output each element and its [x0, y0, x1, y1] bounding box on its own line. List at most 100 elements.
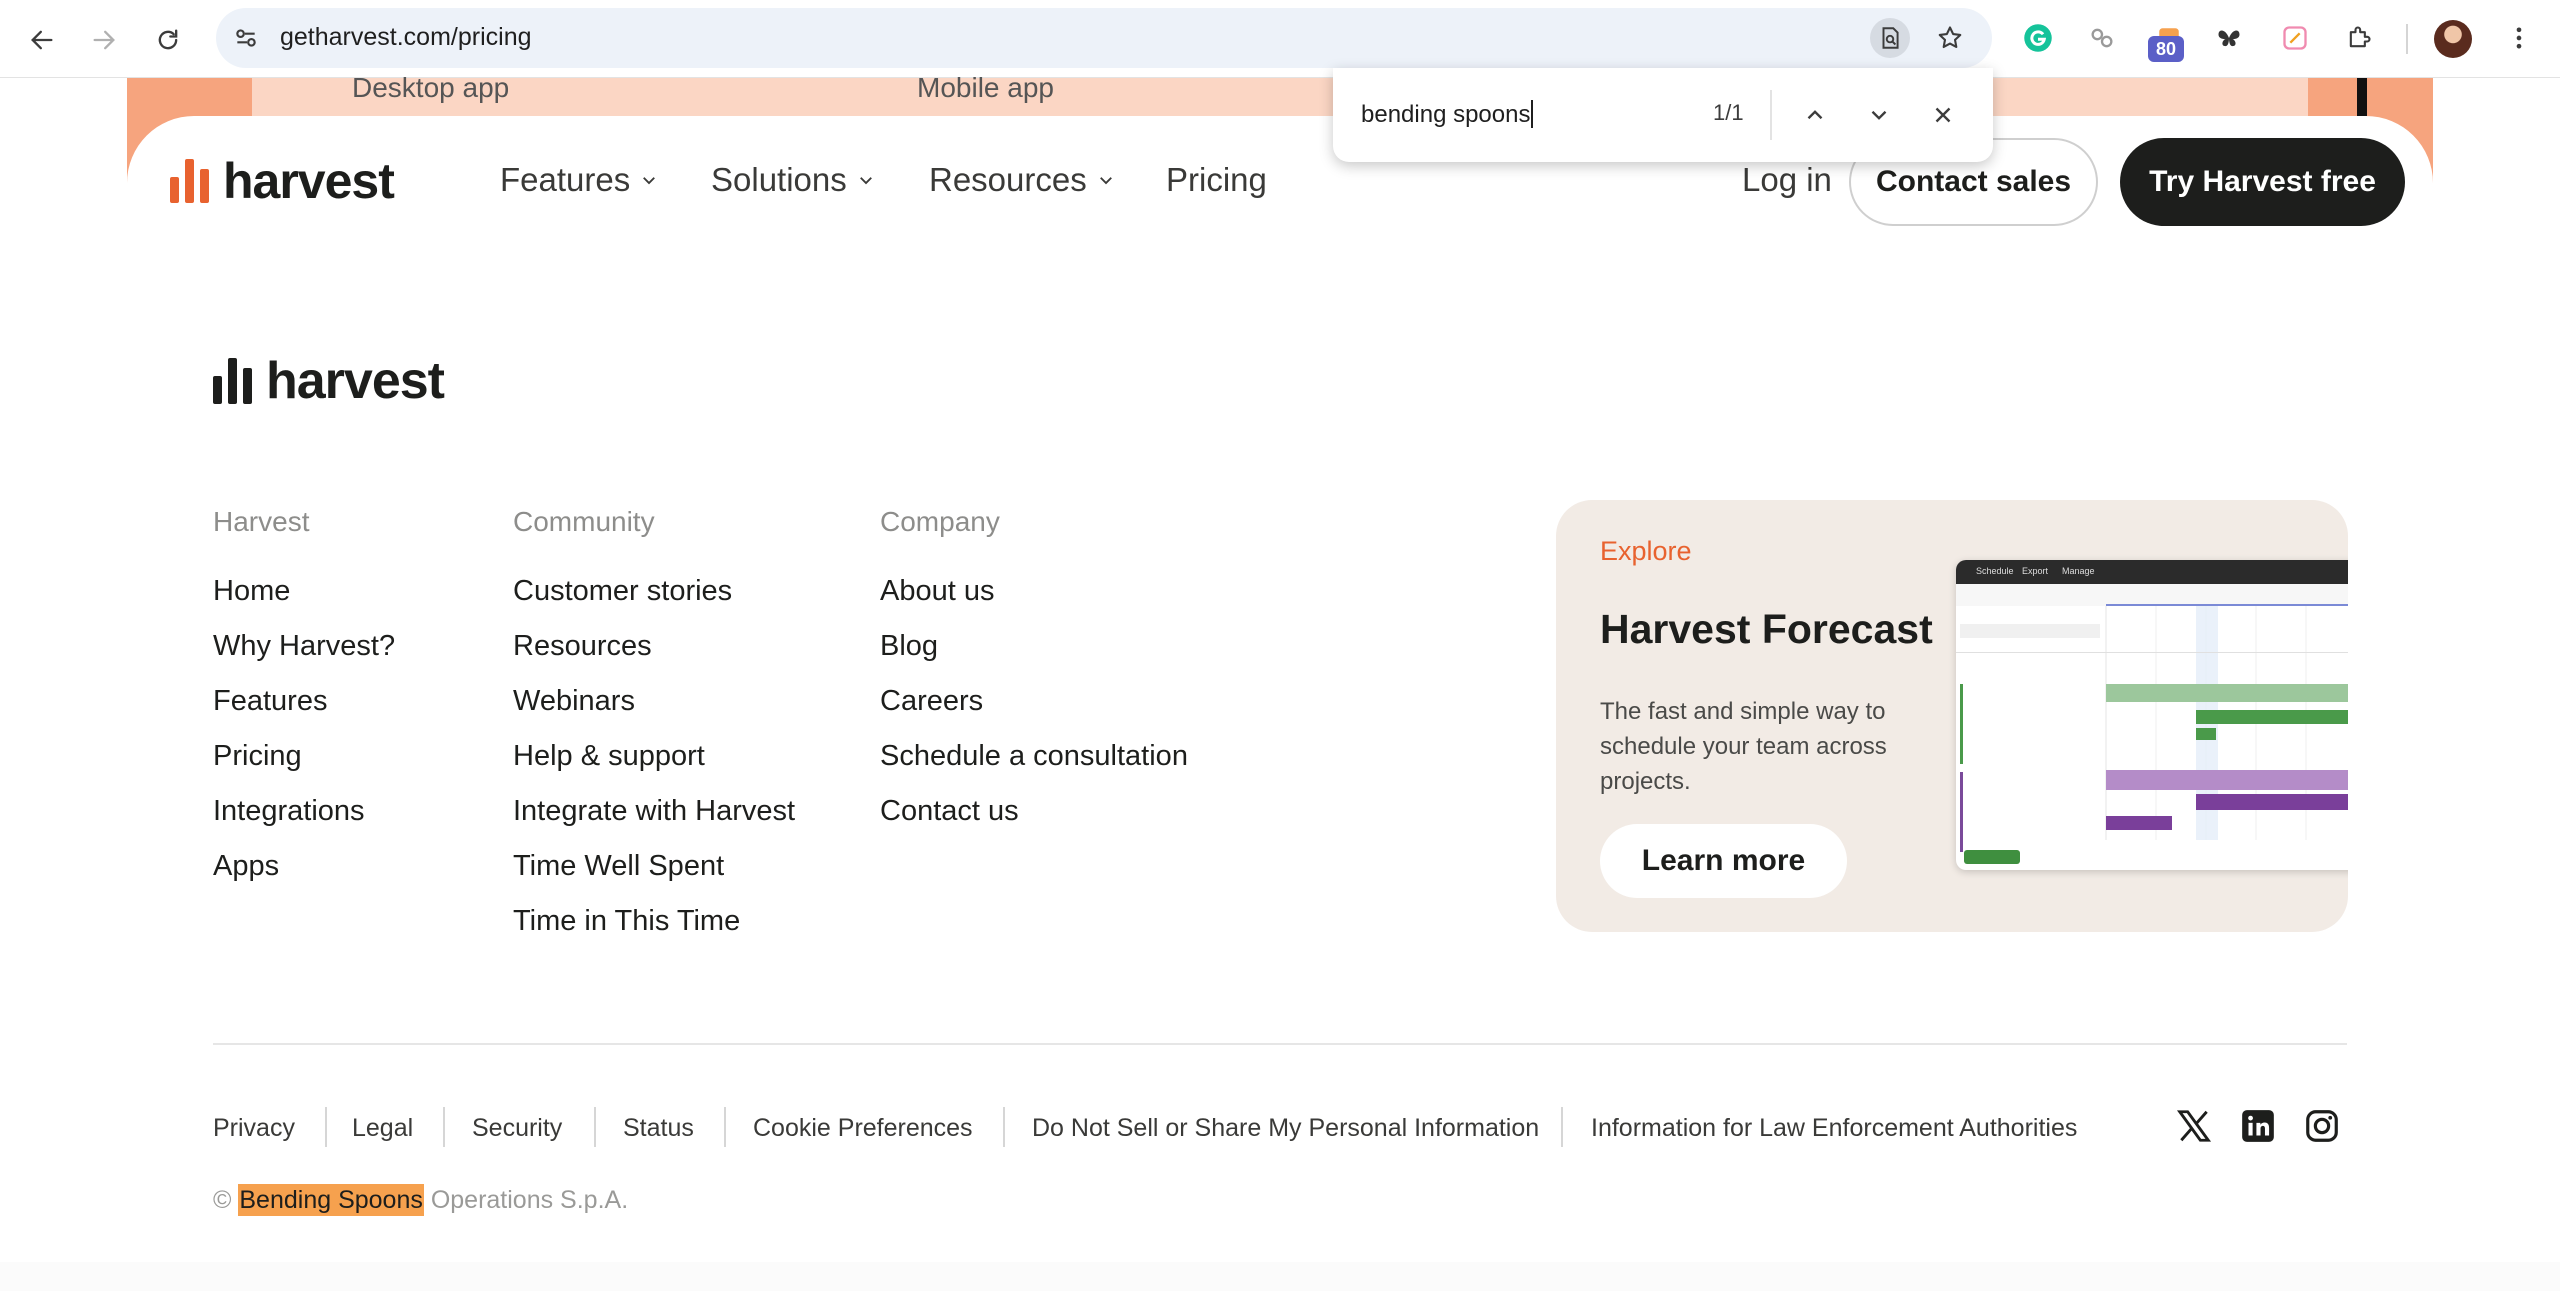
footer-link-features[interactable]: Features	[213, 685, 327, 718]
mock-tab-export: Export	[2022, 566, 2049, 576]
find-bar: bending spoons 1/1	[1333, 68, 1993, 162]
find-next-button[interactable]	[1860, 96, 1898, 134]
arrow-left-icon	[31, 30, 53, 50]
chevron-down-icon	[859, 177, 872, 185]
more-menu-icon[interactable]	[2498, 17, 2540, 59]
legal-separator	[1003, 1107, 1005, 1147]
profile-avatar[interactable]	[2434, 20, 2472, 58]
chevron-down-icon	[1871, 110, 1887, 120]
x-icon[interactable]	[2175, 1107, 2213, 1145]
footer-link-why-harvest[interactable]: Why Harvest?	[213, 630, 395, 663]
promo-eyebrow: Explore	[1600, 536, 1692, 566]
forecast-promo-card: Explore Harvest Forecast The fast and si…	[1556, 500, 2348, 932]
legal-separator	[443, 1107, 445, 1147]
try-free-button[interactable]: Try Harvest free	[2120, 138, 2405, 226]
mock-tab-schedule: Schedule	[1976, 566, 2014, 576]
reload-button[interactable]	[146, 18, 190, 62]
footer-link-contact-us[interactable]: Contact us	[880, 795, 1019, 828]
footer-link-careers[interactable]: Careers	[880, 685, 983, 718]
arrow-right-icon	[93, 30, 115, 50]
chevron-down-icon	[1099, 177, 1112, 185]
copyright-symbol: ©	[213, 1186, 232, 1214]
url-text[interactable]: getharvest.com/pricing	[280, 23, 532, 52]
legal-link-security[interactable]: Security	[472, 1114, 562, 1143]
link-extension-icon[interactable]	[2081, 17, 2123, 59]
footer-heading-company: Company	[880, 506, 1000, 537]
address-bar[interactable]: getharvest.com/pricing	[216, 8, 1992, 68]
legal-link-privacy[interactable]: Privacy	[213, 1114, 295, 1143]
ghost-label-desktop: Desktop app	[352, 72, 510, 103]
bookmark-star-icon[interactable]	[1930, 18, 1970, 58]
forward-button[interactable]	[82, 18, 126, 62]
footer-logo[interactable]: harvest	[213, 351, 445, 411]
ghost-label-mobile: Mobile app	[917, 72, 1054, 103]
find-highlight-match: Bending Spoons	[238, 1184, 424, 1216]
footer-link-time-well-spent[interactable]: Time Well Spent	[513, 850, 724, 883]
footer-link-blog[interactable]: Blog	[880, 630, 938, 663]
footer-link-apps[interactable]: Apps	[213, 850, 279, 883]
footer-link-resources[interactable]: Resources	[513, 630, 652, 663]
login-link[interactable]: Log in	[1742, 161, 1832, 199]
footer-link-integrate[interactable]: Integrate with Harvest	[513, 795, 795, 828]
pencil-extension-icon[interactable]	[2274, 17, 2316, 59]
footer-divider	[213, 1043, 2347, 1045]
find-in-page-icon[interactable]	[1870, 18, 1910, 58]
promo-title: Harvest Forecast	[1600, 606, 1933, 652]
extension-badge: 80	[2148, 36, 2184, 62]
instagram-icon[interactable]	[2303, 1107, 2341, 1145]
footer-link-about-us[interactable]: About us	[880, 575, 994, 608]
back-button[interactable]	[20, 18, 64, 62]
footer-link-integrations[interactable]: Integrations	[213, 795, 365, 828]
find-bar-divider	[1770, 90, 1772, 140]
nav-solutions[interactable]: Solutions	[711, 161, 875, 199]
find-input[interactable]: bending spoons	[1361, 100, 1534, 129]
footer-link-schedule-consultation[interactable]: Schedule a consultation	[880, 740, 1188, 773]
footer-link-customer-stories[interactable]: Customer stories	[513, 575, 732, 608]
legal-separator	[594, 1107, 596, 1147]
extensions-puzzle-icon[interactable]	[2338, 17, 2380, 59]
harvest-logo-icon	[213, 358, 252, 404]
nav-resources[interactable]: Resources	[929, 161, 1115, 199]
footer-link-pricing[interactable]: Pricing	[213, 740, 302, 773]
find-close-button[interactable]	[1924, 96, 1962, 134]
find-previous-button[interactable]	[1796, 96, 1834, 134]
nav-pricing[interactable]: Pricing	[1166, 161, 1267, 199]
header-logo[interactable]: harvest	[170, 152, 395, 210]
toolbar-divider	[2406, 24, 2408, 54]
copyright-notice: © Bending Spoons Operations S.p.A.	[213, 1184, 628, 1216]
nav-pricing-label: Pricing	[1166, 161, 1267, 198]
footer-link-help-support[interactable]: Help & support	[513, 740, 705, 773]
mock-schedule-grid	[1956, 584, 2348, 864]
footer-link-home[interactable]: Home	[213, 575, 290, 608]
site-settings-icon[interactable]	[226, 18, 266, 58]
legal-separator	[325, 1107, 327, 1147]
legal-link-law-enforcement[interactable]: Information for Law Enforcement Authorit…	[1591, 1114, 2077, 1143]
learn-more-button[interactable]: Learn more	[1600, 824, 1847, 898]
linkedin-icon[interactable]	[2239, 1107, 2277, 1145]
chevron-down-icon	[643, 177, 656, 185]
mock-topbar: Schedule Export Manage	[1956, 560, 2348, 584]
butterfly-extension-icon[interactable]	[2208, 17, 2250, 59]
footer-link-time-in-this-time[interactable]: Time in This Time	[513, 905, 740, 938]
footer-link-webinars[interactable]: Webinars	[513, 685, 635, 718]
legal-link-do-not-sell[interactable]: Do Not Sell or Share My Personal Informa…	[1032, 1114, 1539, 1143]
nav-resources-label: Resources	[929, 161, 1087, 198]
chevron-up-icon	[1807, 110, 1823, 120]
find-match-count: 1/1	[1713, 100, 1744, 125]
footer-heading-community: Community	[513, 506, 655, 537]
forecast-screenshot: Schedule Export Manage	[1956, 560, 2348, 870]
close-icon	[1935, 107, 1951, 123]
nav-solutions-label: Solutions	[711, 161, 847, 198]
nav-features[interactable]: Features	[500, 161, 658, 199]
footer-heading-harvest: Harvest	[213, 506, 310, 537]
grammarly-extension-icon[interactable]	[2017, 17, 2059, 59]
legal-link-cookie-preferences[interactable]: Cookie Preferences	[753, 1114, 973, 1143]
harvest-logo-icon	[170, 159, 209, 203]
promo-description: The fast and simple way to schedule your…	[1600, 698, 1887, 795]
browser-toolbar: getharvest.com/pricing 80	[0, 0, 2560, 78]
legal-separator	[1561, 1107, 1563, 1147]
find-query-text: bending spoons	[1361, 101, 1531, 128]
header-logo-text: harvest	[223, 153, 395, 209]
legal-link-legal[interactable]: Legal	[352, 1114, 413, 1143]
legal-link-status[interactable]: Status	[623, 1114, 694, 1143]
